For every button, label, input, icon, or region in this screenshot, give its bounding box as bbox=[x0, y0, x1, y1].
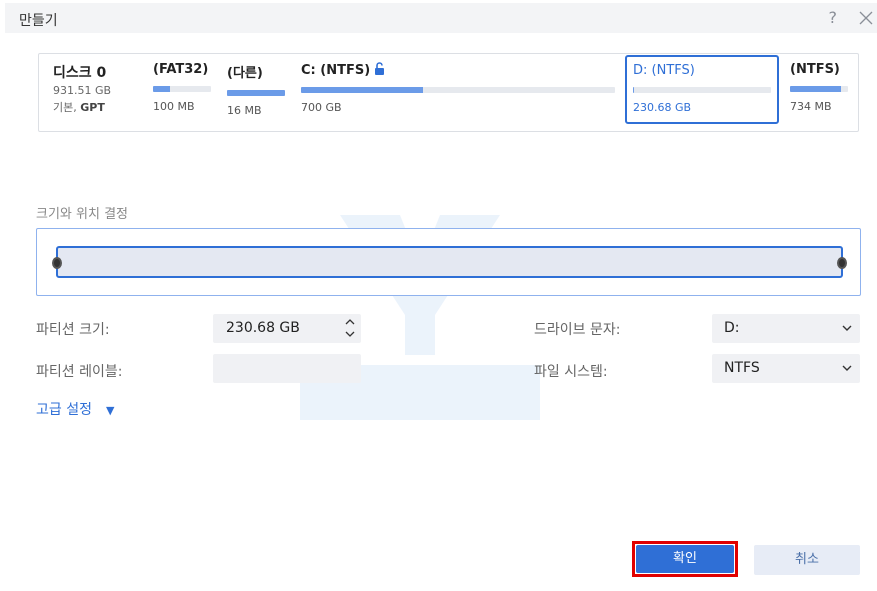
partition-label-input[interactable] bbox=[213, 354, 361, 383]
caret-down-icon: ▼ bbox=[105, 404, 115, 417]
chevron-down-icon bbox=[842, 365, 852, 371]
partition-size: 100 MB bbox=[153, 100, 195, 113]
file-system-value: NTFS bbox=[724, 360, 760, 376]
partition-name: (다른) bbox=[227, 66, 263, 81]
partition-name: D: (NTFS) bbox=[633, 63, 695, 78]
partition-other[interactable]: (다른) 16 MB bbox=[227, 62, 285, 117]
disk-partition-style: GPT bbox=[80, 101, 105, 114]
chevron-down-icon bbox=[842, 325, 852, 331]
drive-letter-value: D: bbox=[724, 320, 740, 336]
disk-size: 931.51 GB bbox=[53, 84, 112, 97]
advanced-settings-label: 고급 설정 bbox=[36, 402, 92, 418]
unlock-icon bbox=[375, 62, 385, 75]
title-bar: 만들기 ? bbox=[5, 3, 877, 33]
file-system-label: 파일 시스템: bbox=[534, 364, 608, 380]
partition-usage-bar bbox=[227, 90, 285, 96]
partition-size-slider-box bbox=[36, 228, 861, 296]
window-title: 만들기 bbox=[19, 13, 58, 29]
partition-usage-fill bbox=[790, 86, 842, 92]
disk-type-prefix: 기본, bbox=[53, 101, 81, 114]
partition-label-label: 파티션 레이블: bbox=[36, 364, 123, 380]
partition-usage-bar bbox=[301, 87, 615, 93]
partition-c[interactable]: C: (NTFS) 700 GB bbox=[301, 62, 615, 114]
disk-info: 디스크 0 931.51 GB 기본, GPT bbox=[53, 62, 111, 115]
partition-name: C: (NTFS) bbox=[301, 62, 615, 78]
partition-name: (NTFS) bbox=[790, 62, 840, 77]
cancel-button[interactable]: 취소 bbox=[754, 545, 860, 575]
ok-button[interactable]: 확인 bbox=[636, 545, 734, 573]
partition-size-value: 230.68 GB bbox=[226, 320, 300, 336]
advanced-settings-toggle[interactable]: 고급 설정 ▼ bbox=[36, 399, 114, 419]
disk-type: 기본, GPT bbox=[53, 99, 111, 115]
file-system-select[interactable]: NTFS bbox=[712, 354, 860, 383]
partition-usage-fill bbox=[227, 90, 285, 96]
partition-name-text: C: (NTFS) bbox=[301, 63, 371, 78]
partition-usage-bar bbox=[790, 86, 848, 92]
drive-letter-select[interactable]: D: bbox=[712, 314, 860, 343]
disk-name: 디스크 0 bbox=[53, 65, 107, 81]
partition-name: (FAT32) bbox=[153, 62, 209, 77]
partition-usage-fill bbox=[301, 87, 424, 93]
slider-left-handle[interactable] bbox=[52, 257, 62, 269]
partition-size: 16 MB bbox=[227, 104, 262, 117]
partition-size: 734 MB bbox=[790, 100, 832, 113]
partition-d-selected[interactable]: D: (NTFS) 230.68 GB bbox=[625, 55, 779, 124]
partition-fat32[interactable]: (FAT32) 100 MB bbox=[153, 62, 211, 113]
partition-size: 700 GB bbox=[301, 101, 342, 114]
slider-right-handle[interactable] bbox=[837, 257, 847, 269]
close-icon[interactable] bbox=[859, 11, 873, 25]
drive-letter-label: 드라이브 문자: bbox=[534, 322, 621, 338]
disk-map: 디스크 0 931.51 GB 기본, GPT (FAT32) 100 MB (… bbox=[38, 53, 859, 132]
partition-ntfs-last[interactable]: (NTFS) 734 MB bbox=[790, 62, 848, 113]
stepper-updown-icon[interactable] bbox=[345, 317, 355, 339]
partition-usage-bar bbox=[633, 87, 771, 93]
partition-usage-fill bbox=[633, 87, 635, 93]
size-position-label: 크기와 위치 결정 bbox=[36, 207, 128, 222]
partition-size: 230.68 GB bbox=[633, 101, 692, 114]
partition-usage-fill bbox=[153, 86, 171, 92]
partition-size-slider[interactable] bbox=[56, 246, 843, 278]
partition-size-input[interactable]: 230.68 GB bbox=[213, 314, 361, 343]
partition-size-label: 파티션 크기: bbox=[36, 322, 110, 338]
help-icon[interactable]: ? bbox=[829, 8, 838, 27]
partition-usage-bar bbox=[153, 86, 211, 92]
